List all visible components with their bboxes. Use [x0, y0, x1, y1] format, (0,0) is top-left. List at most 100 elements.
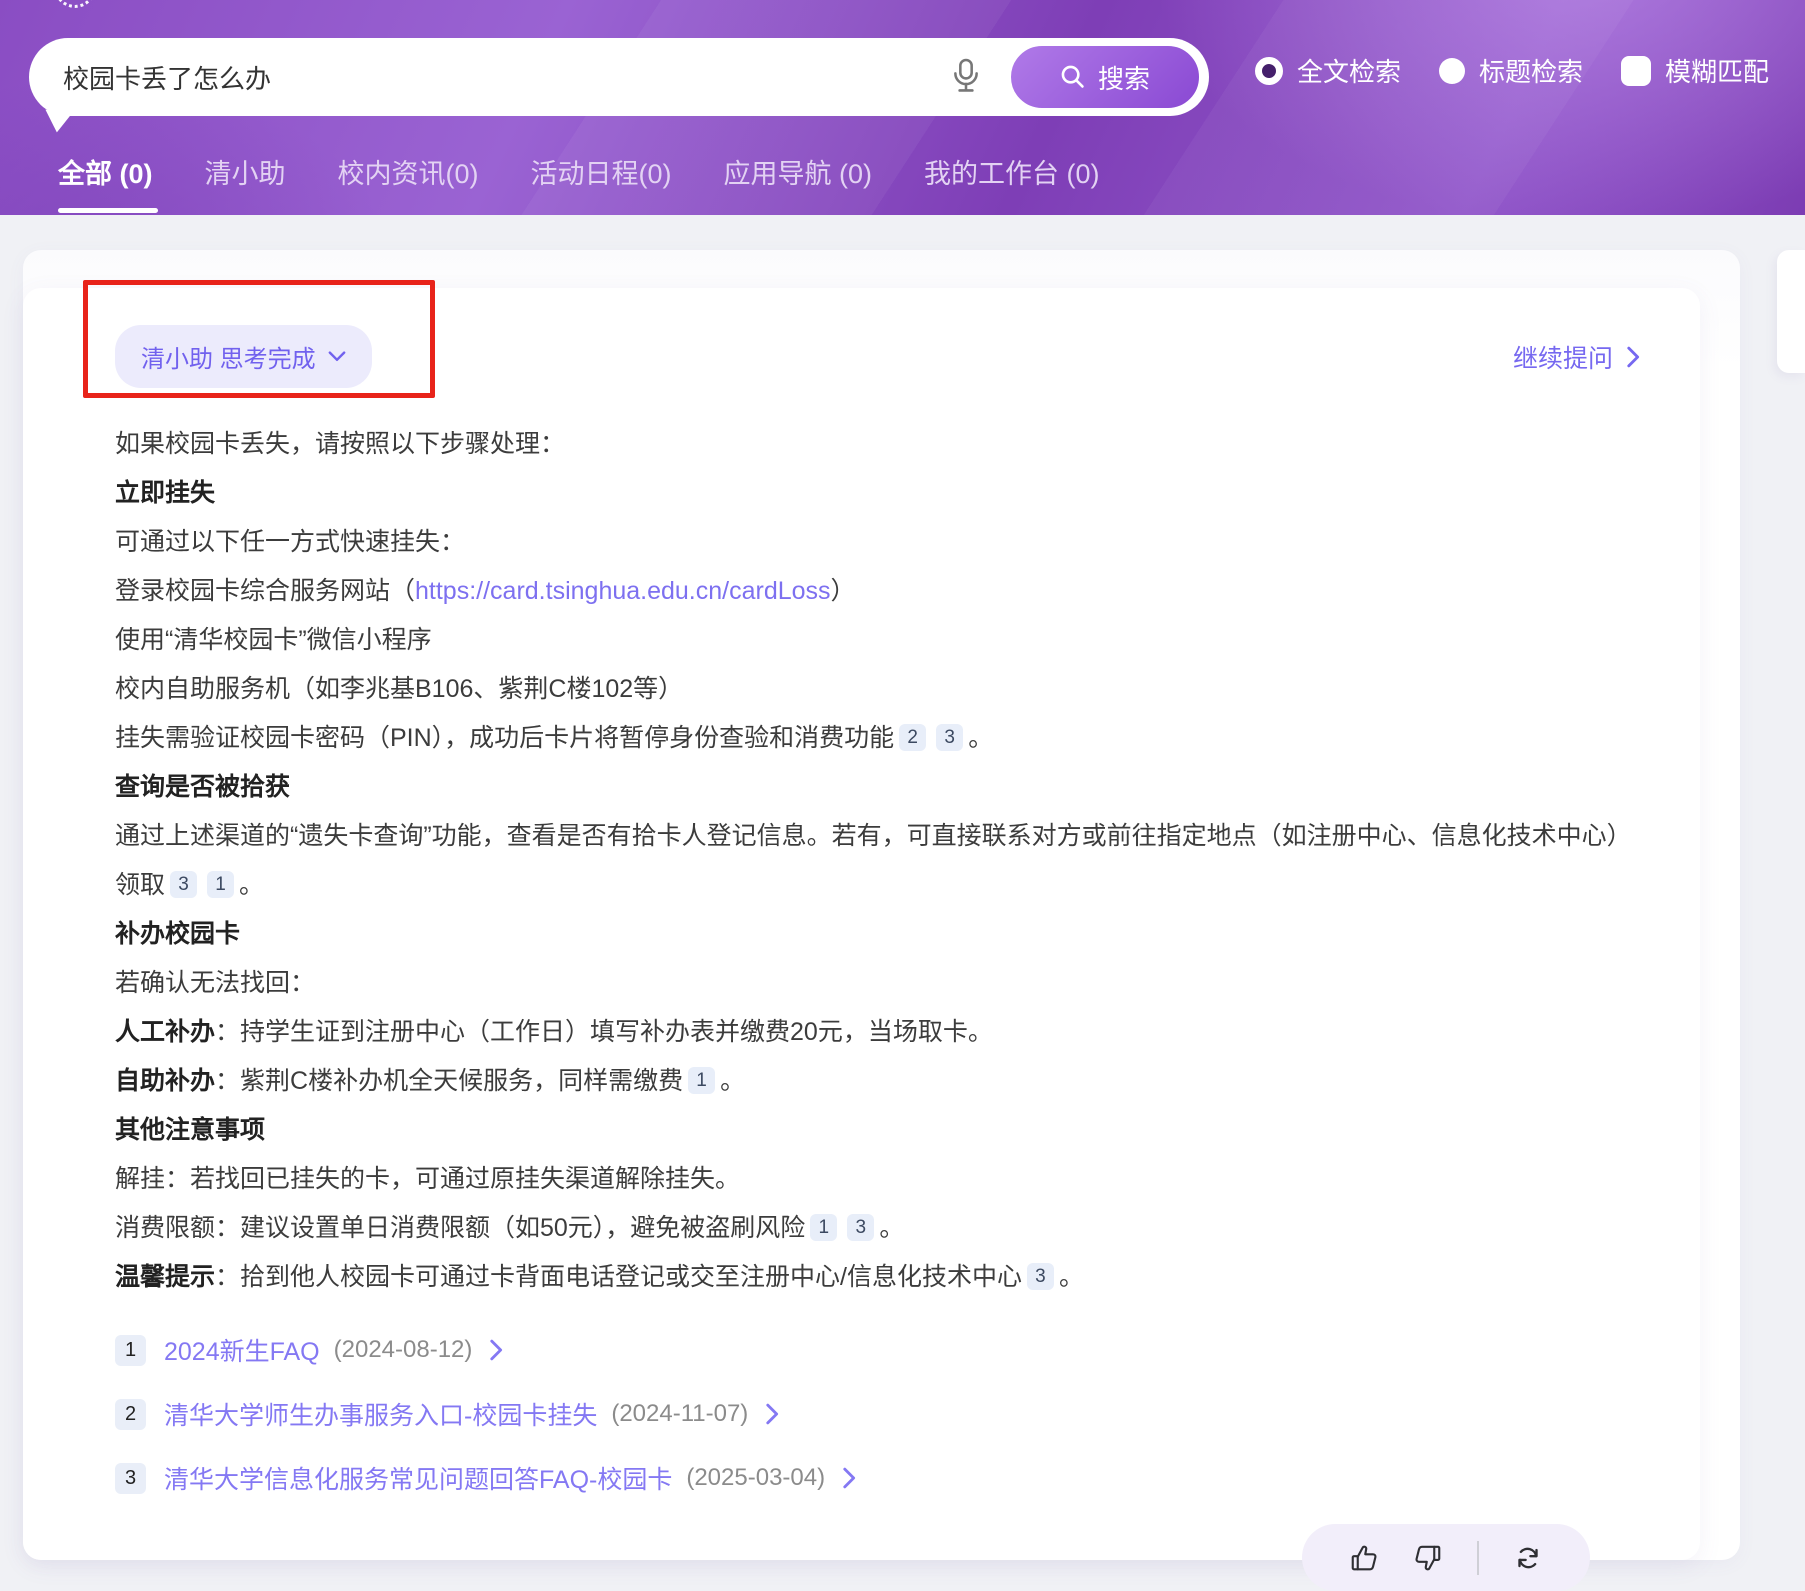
option-label-fuzzy: 模糊匹配 [1665, 52, 1769, 89]
side-widget-card [1777, 250, 1805, 373]
card-loss-service-link[interactable]: https://card.tsinghua.edu.cn/cardLoss [415, 577, 831, 605]
reference-list: 12024新生FAQ(2024-08-12)2清华大学师生办事服务入口-校园卡挂… [115, 1332, 1640, 1496]
reference-link[interactable]: 清华大学信息化服务常见问题回答FAQ-校园卡 [164, 1460, 672, 1496]
reference-item[interactable]: 2 清华大学师生办事服务入口-校园卡挂失 (2024-11-07) [115, 1396, 1640, 1432]
text: 登录校园卡综合服务网站（ [115, 577, 415, 605]
chevron-down-icon [328, 351, 346, 362]
reference-item[interactable]: 12024新生FAQ(2024-08-12) [115, 1332, 1640, 1368]
answer-paragraph: 自助补办：紫荆C楼补办机全天候服务，同样需缴费1。 [115, 1057, 1640, 1106]
bold-text: 其他注意事项 [115, 1116, 265, 1144]
radio-fulltext[interactable]: 全文检索 [1255, 52, 1401, 89]
chevron-right-icon [1627, 346, 1640, 368]
answer-paragraph: 其他注意事项 [115, 1106, 1640, 1155]
bold-text: 人工补办 [115, 1018, 215, 1046]
reference-date: (2025-03-04) [686, 1464, 825, 1492]
thumbs-up-button[interactable] [1349, 1543, 1379, 1573]
bold-text: 温馨提示 [115, 1263, 215, 1291]
actions-bar [1302, 1524, 1590, 1591]
thumbs-down-icon [1413, 1543, 1443, 1573]
answer-paragraph: 通过上述渠道的“遗失卡查询”功能，查看是否有拾卡人登记信息。若有，可直接联系对方… [115, 812, 1640, 910]
assistant-status-label: 清小助 思考完成 [141, 339, 316, 374]
citation-badge[interactable]: 2 [899, 724, 926, 751]
tab-label-all: 全部 (0) [58, 159, 153, 189]
thumbs-up-icon [1349, 1543, 1379, 1573]
tab-campus-news[interactable]: 校内资讯(0) [338, 152, 479, 207]
citation-badge[interactable]: 3 [936, 724, 963, 751]
answer-paragraph: 校内自助服务机（如李兆基B106、紫荆C楼102等） [115, 665, 1640, 714]
answer-paragraph: 消费限额：建议设置单日消费限额（如50元），避免被盗刷风险13。 [115, 1204, 1640, 1253]
radio-title[interactable]: 标题检索 [1439, 52, 1583, 89]
citation-badge[interactable]: 1 [688, 1067, 715, 1094]
text: 若确认无法找回： [115, 969, 315, 997]
text: 。 [720, 1067, 745, 1095]
reference-link[interactable]: 清华大学师生办事服务入口-校园卡挂失 [164, 1396, 597, 1432]
radio-control-title[interactable] [1439, 58, 1465, 84]
chevron-right-icon [843, 1467, 856, 1489]
answer-paragraph: 可通过以下任一方式快速挂失： [115, 518, 1640, 567]
answer-paragraph: 查询是否被拾获 [115, 763, 1640, 812]
search-bar-tail [41, 110, 71, 135]
refresh-icon [1513, 1543, 1543, 1573]
university-logo [54, 0, 96, 8]
search-bar[interactable]: 搜索 [29, 38, 1209, 116]
reference-number-badge: 3 [115, 1463, 146, 1494]
tab-all[interactable]: 全部 (0) [58, 152, 153, 207]
answer-paragraph: 解挂：若找回已挂失的卡，可通过原挂失渠道解除挂失。 [115, 1155, 1640, 1204]
citation-badge[interactable]: 1 [207, 871, 234, 898]
tab-label-campus-news: 校内资讯(0) [338, 159, 479, 189]
microphone-icon[interactable] [949, 57, 983, 97]
answer-paragraph: 补办校园卡 [115, 910, 1640, 959]
checkbox-control-fuzzy[interactable] [1621, 56, 1651, 86]
text: 。 [968, 724, 993, 752]
text: 校内自助服务机（如李兆基B106、紫荆C楼102等） [115, 675, 683, 703]
bold-text: 查询是否被拾获 [115, 773, 290, 801]
chevron-right-icon [490, 1339, 503, 1361]
citation-badge[interactable]: 1 [810, 1214, 837, 1241]
text: 。 [239, 871, 264, 899]
reference-link[interactable]: 2024新生FAQ [164, 1332, 320, 1368]
citation-badge[interactable]: 3 [170, 871, 197, 898]
continue-question-link[interactable]: 继续提问 [1513, 339, 1640, 375]
bold-text: 立即挂失 [115, 479, 215, 507]
answer-paragraph: 挂失需验证校园卡密码（PIN），成功后卡片将暂停身份查验和消费功能23。 [115, 714, 1640, 763]
tab-qingxiaozhu[interactable]: 清小助 [205, 152, 286, 207]
answer-paragraph: 人工补办：持学生证到注册中心（工作日）填写补办表并缴费20元，当场取卡。 [115, 1008, 1640, 1057]
assistant-status-pill[interactable]: 清小助 思考完成 [115, 325, 372, 388]
tab-app-nav[interactable]: 应用导航 (0) [724, 152, 873, 207]
text: 挂失需验证校园卡密码（PIN），成功后卡片将暂停身份查验和消费功能 [115, 724, 894, 752]
text: ：拾到他人校园卡可通过卡背面电话登记或交至注册中心/信息化技术中心 [215, 1263, 1022, 1291]
tab-events[interactable]: 活动日程(0) [531, 152, 672, 207]
search-options: 全文检索 标题检索 模糊匹配 [1255, 52, 1769, 89]
header: 搜索 全文检索 标题检索 模糊匹配 全部 (0) 清小助 校内资讯(0) 活动日程(0) 应… [0, 0, 1805, 215]
search-row: 搜索 [29, 38, 1209, 116]
status-row: 清小助 思考完成 继续提问 [115, 325, 1640, 388]
tab-workspace[interactable]: 我的工作台 (0) [924, 152, 1100, 207]
answer-body: 如果校园卡丢失，请按照以下步骤处理： 立即挂失可通过以下任一方式快速挂失： 登录校园… [115, 420, 1640, 1302]
answer-paragraph: 登录校园卡综合服务网站（https://card.tsinghua.edu.cn… [115, 567, 1640, 616]
text: 可通过以下任一方式快速挂失： [115, 528, 465, 556]
reference-item[interactable]: 3 清华大学信息化服务常见问题回答FAQ-校园卡 (2025-03-04) [115, 1460, 1640, 1496]
checkbox-fuzzy[interactable]: 模糊匹配 [1621, 52, 1769, 89]
search-input[interactable] [63, 62, 949, 93]
chevron-right-icon [766, 1403, 779, 1425]
search-button[interactable]: 搜索 [1007, 42, 1203, 112]
bold-text: 自助补办 [115, 1067, 215, 1095]
radio-control-fulltext[interactable] [1255, 57, 1283, 85]
search-button-label: 搜索 [1098, 59, 1150, 96]
tab-label-app-nav: 应用导航 (0) [724, 159, 873, 189]
citation-badge[interactable]: 3 [1027, 1263, 1054, 1290]
answer-paragraph: 温馨提示：拾到他人校园卡可通过卡背面电话登记或交至注册中心/信息化技术中心3。 [115, 1253, 1640, 1302]
citation-badge[interactable]: 3 [847, 1214, 874, 1241]
option-label-title: 标题检索 [1479, 52, 1583, 89]
reference-date: (2024-11-07) [611, 1400, 748, 1428]
text: 。 [879, 1214, 904, 1242]
answer-paragraph: 使用“清华校园卡”微信小程序 [115, 616, 1640, 665]
tab-label-qingxiaozhu: 清小助 [205, 159, 286, 189]
text: 如果校园卡丢失，请按照以下步骤处理： [115, 430, 565, 458]
reference-date: (2024-08-12) [334, 1336, 473, 1364]
reference-number-badge: 2 [115, 1399, 146, 1430]
refresh-button[interactable] [1513, 1543, 1543, 1573]
thumbs-down-button[interactable] [1413, 1543, 1443, 1573]
text: 使用“清华校园卡”微信小程序 [115, 626, 432, 654]
actions-divider [1477, 1541, 1479, 1575]
